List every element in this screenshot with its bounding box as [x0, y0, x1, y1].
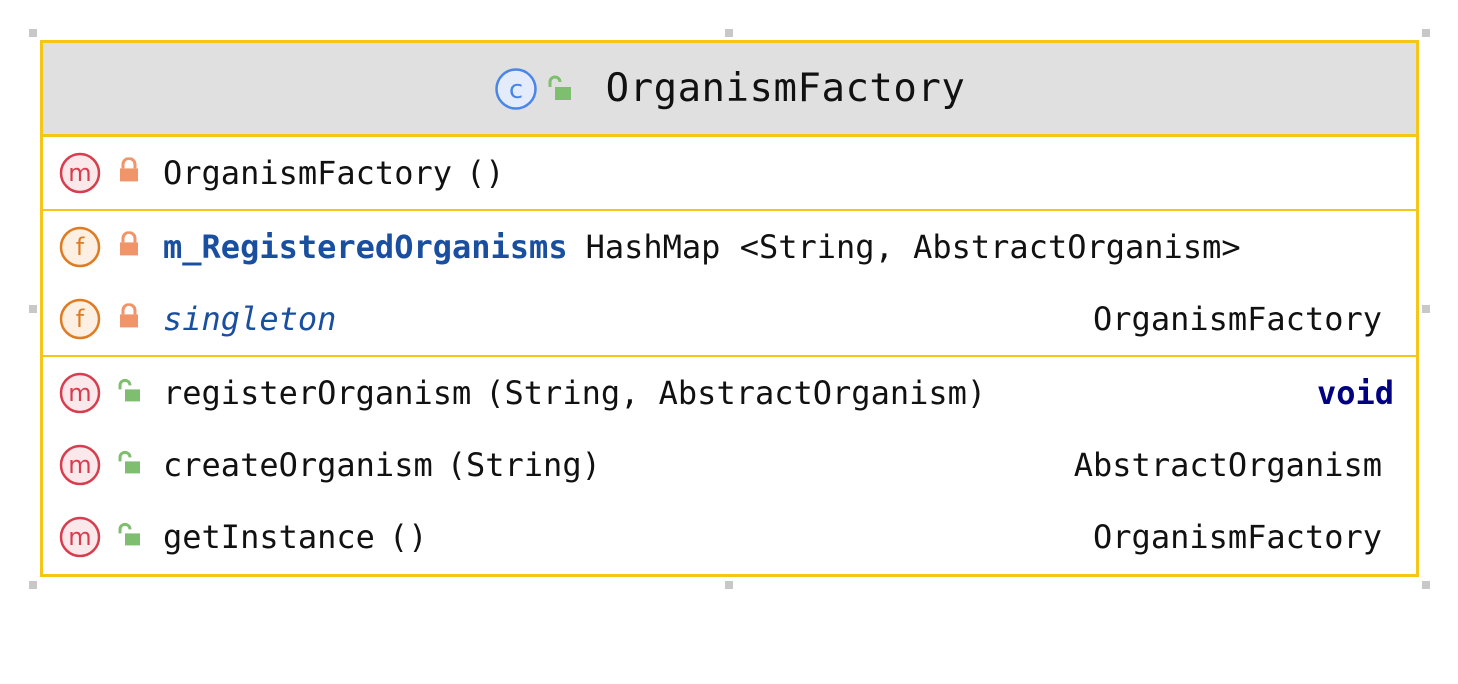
- public-unlock-icon: [548, 75, 571, 100]
- method-m-icon: m: [59, 444, 101, 486]
- method-signature: createOrganism (String): [163, 446, 601, 484]
- constructor-params: (): [465, 154, 505, 192]
- method-return-type: OrganismFactory: [1093, 518, 1382, 556]
- private-lock-icon: [120, 231, 138, 256]
- public-unlock-icon: [118, 450, 140, 474]
- field-f-icon: f: [59, 298, 101, 340]
- resize-handle-top-right[interactable]: [1422, 29, 1430, 37]
- constructor-row[interactable]: m OrganismFactory (): [43, 137, 1416, 209]
- method-row[interactable]: m createOrganism (String) AbstractOrganis…: [43, 429, 1416, 501]
- uml-class-box[interactable]: c OrganismFactory m OrganismFactory () f …: [40, 40, 1419, 577]
- private-lock-icon: [120, 157, 138, 182]
- class-name: OrganismFactory: [605, 66, 966, 111]
- resize-handle-bottom-center[interactable]: [725, 581, 733, 589]
- resize-handle-middle-left[interactable]: [29, 305, 37, 313]
- method-params: (): [388, 518, 428, 556]
- method-name: registerOrganism: [163, 374, 472, 412]
- svg-text:f: f: [76, 233, 85, 261]
- method-name: getInstance: [163, 518, 375, 556]
- method-params: (String, AbstractOrganism): [485, 374, 987, 412]
- method-signature: registerOrganism (String, AbstractOrganis…: [163, 374, 986, 412]
- svg-text:m: m: [68, 451, 91, 479]
- method-row[interactable]: m registerOrganism (String, AbstractOrgan…: [43, 357, 1416, 429]
- resize-handle-bottom-right[interactable]: [1422, 581, 1430, 589]
- resize-handle-bottom-left[interactable]: [29, 581, 37, 589]
- method-signature: getInstance (): [163, 518, 427, 556]
- field-type: HashMap <String, AbstractOrganism>: [585, 228, 1241, 266]
- public-unlock-icon: [118, 522, 140, 546]
- method-return-type: AbstractOrganism: [1073, 446, 1382, 484]
- constructor-name: OrganismFactory: [163, 154, 452, 192]
- svg-text:f: f: [76, 305, 85, 333]
- method-name: createOrganism: [163, 446, 433, 484]
- field-row[interactable]: f singleton OrganismFactory: [43, 283, 1416, 355]
- field-signature: m_RegisteredOrganisms HashMap <String, Ab…: [163, 228, 1241, 266]
- svg-text:m: m: [68, 523, 91, 551]
- method-params: (String): [446, 446, 601, 484]
- constructors-section: m OrganismFactory (): [43, 137, 1416, 211]
- resize-handle-middle-right[interactable]: [1422, 305, 1430, 313]
- fields-section: f m_RegisteredOrganisms HashMap <String, …: [43, 211, 1416, 357]
- svg-text:m: m: [68, 159, 91, 187]
- svg-text:m: m: [68, 379, 91, 407]
- methods-section: m registerOrganism (String, AbstractOrgan…: [43, 357, 1416, 573]
- method-return-type: void: [1316, 374, 1394, 412]
- field-f-icon: f: [59, 226, 101, 268]
- resize-handle-top-left[interactable]: [29, 29, 37, 37]
- method-m-icon: m: [59, 372, 101, 414]
- private-lock-icon: [120, 303, 138, 328]
- constructor-signature: OrganismFactory (): [163, 154, 505, 192]
- svg-text:c: c: [508, 75, 522, 105]
- class-header: c OrganismFactory: [43, 43, 1416, 137]
- field-name: singleton: [163, 300, 337, 338]
- class-c-icon: c: [494, 67, 537, 110]
- resize-handle-top-center[interactable]: [725, 29, 733, 37]
- field-type: OrganismFactory: [1093, 300, 1382, 338]
- method-m-icon: m: [59, 152, 101, 194]
- public-unlock-icon: [118, 378, 140, 402]
- field-row[interactable]: f m_RegisteredOrganisms HashMap <String, …: [43, 211, 1416, 283]
- method-row[interactable]: m getInstance () OrganismFactory: [43, 501, 1416, 573]
- field-name: m_RegisteredOrganisms: [163, 228, 568, 266]
- class-header-inner: c OrganismFactory: [494, 66, 966, 111]
- method-m-icon: m: [59, 516, 101, 558]
